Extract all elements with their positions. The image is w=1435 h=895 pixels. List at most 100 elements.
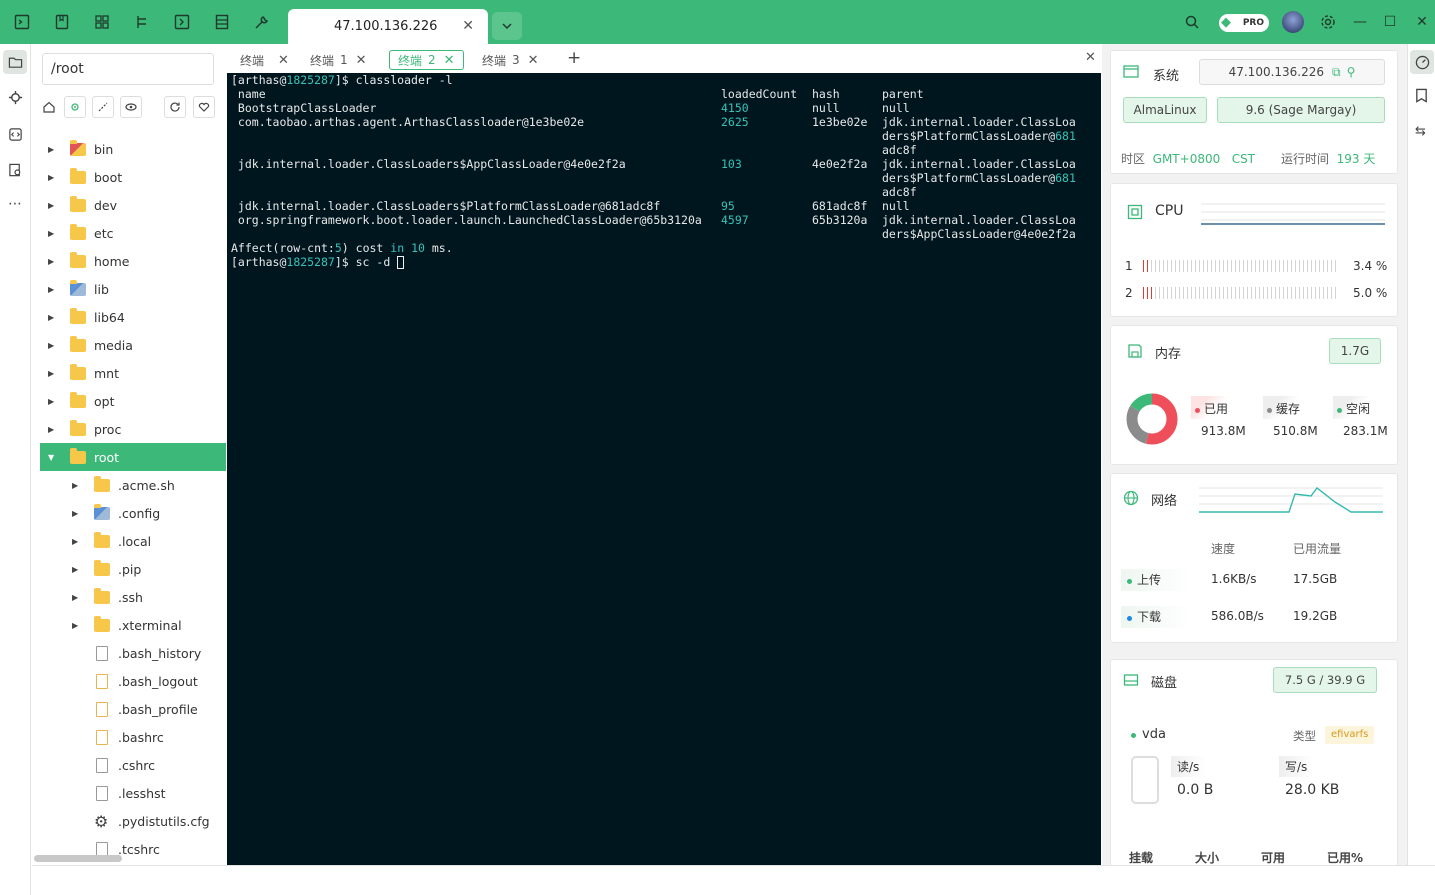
memory-legend-label: 空闲 bbox=[1346, 402, 1371, 416]
maximize-icon[interactable]: ☐ bbox=[1380, 12, 1400, 32]
settings-icon[interactable] bbox=[1318, 12, 1338, 32]
caret-right-icon[interactable]: ▶ bbox=[72, 565, 78, 574]
caret-right-icon[interactable]: ▶ bbox=[48, 425, 54, 434]
file-tree-item[interactable]: ▶ media bbox=[32, 331, 226, 359]
file-tree-item[interactable]: ▶ proc bbox=[32, 415, 226, 443]
caret-right-icon[interactable]: ▶ bbox=[48, 201, 54, 210]
caret-right-icon[interactable]: ▶ bbox=[48, 341, 54, 350]
list-icon[interactable] bbox=[212, 12, 232, 32]
bookmark-icon[interactable] bbox=[52, 12, 72, 32]
close-icon[interactable]: ✕ bbox=[278, 53, 289, 68]
file-tree-item[interactable]: .bash_history bbox=[32, 639, 226, 667]
copy-icon[interactable]: ⧉ bbox=[1332, 65, 1341, 80]
caret-down-icon[interactable]: ▼ bbox=[48, 453, 54, 462]
disk-column-header[interactable]: 大小 bbox=[1195, 849, 1219, 865]
heart-icon[interactable] bbox=[193, 96, 215, 118]
wrench-icon[interactable] bbox=[252, 12, 272, 32]
close-icon[interactable]: ✕ bbox=[356, 53, 367, 68]
console-icon[interactable] bbox=[172, 12, 192, 32]
file-tree-item[interactable]: ▼ root bbox=[40, 443, 226, 471]
file-tree-item[interactable]: ⚙ .pydistutils.cfg bbox=[32, 807, 226, 835]
file-tree-item[interactable]: ▶ lib64 bbox=[32, 303, 226, 331]
file-panel-scrollbar[interactable] bbox=[34, 855, 122, 862]
ip-box[interactable]: 47.100.136.226 ⧉ ⚲ bbox=[1199, 59, 1385, 85]
terminal-icon[interactable] bbox=[12, 12, 32, 32]
add-tab-icon[interactable]: + bbox=[567, 48, 581, 68]
chevron-down-icon[interactable] bbox=[492, 12, 522, 40]
close-icon[interactable]: ✕ bbox=[462, 18, 474, 34]
avatar[interactable] bbox=[1282, 11, 1304, 33]
file-tree-item[interactable]: ▶ lib bbox=[32, 275, 226, 303]
target-icon[interactable] bbox=[5, 87, 25, 107]
gauge-icon[interactable] bbox=[1410, 50, 1434, 74]
file-tree-item[interactable]: ▶ .ssh bbox=[32, 583, 226, 611]
caret-right-icon[interactable]: ▶ bbox=[48, 313, 54, 322]
file-tree-item[interactable]: ▶ dev bbox=[32, 191, 226, 219]
file-tree-item[interactable]: .cshrc bbox=[32, 751, 226, 779]
folder-icon[interactable] bbox=[3, 50, 27, 74]
caret-right-icon[interactable]: ▶ bbox=[72, 509, 78, 518]
caret-right-icon[interactable]: ▶ bbox=[48, 145, 54, 154]
code-icon[interactable] bbox=[5, 124, 25, 144]
caret-right-icon[interactable]: ▶ bbox=[48, 369, 54, 378]
terminal-output[interactable]: [arthas@1825287]$ classloader -l name Bo… bbox=[227, 73, 1101, 865]
minimize-icon[interactable]: — bbox=[1350, 12, 1370, 32]
caret-right-icon[interactable]: ▶ bbox=[48, 285, 54, 294]
disk-column-header[interactable]: 可用 bbox=[1261, 849, 1285, 865]
file-tree-item[interactable]: .bash_logout bbox=[32, 667, 226, 695]
disk-column-header[interactable]: 已用% bbox=[1327, 849, 1363, 865]
file-tree-item[interactable]: ▶ mnt bbox=[32, 359, 226, 387]
close-icon[interactable]: ✕ bbox=[528, 53, 539, 68]
file-tree-item[interactable]: ▶ home bbox=[32, 247, 226, 275]
file-tree-item[interactable]: ▶ .local bbox=[32, 527, 226, 555]
folder-icon bbox=[70, 251, 86, 268]
disk-column-header[interactable]: 挂载 bbox=[1129, 849, 1153, 865]
path-input[interactable]: /root bbox=[42, 53, 214, 85]
window-close-icon[interactable]: ✕ bbox=[1412, 12, 1432, 32]
memory-icon bbox=[1127, 343, 1143, 359]
document-search-icon[interactable] bbox=[5, 160, 25, 180]
eye-icon[interactable] bbox=[120, 96, 142, 118]
caret-right-icon[interactable]: ▶ bbox=[48, 173, 54, 182]
link-icon[interactable] bbox=[92, 96, 114, 118]
tab-terminal[interactable]: 终端 3 ✕ bbox=[482, 50, 539, 70]
tab-terminal[interactable]: 终端 1 ✕ bbox=[310, 50, 367, 70]
file-tree-item[interactable]: .lesshst bbox=[32, 779, 226, 807]
file-tree-item[interactable]: ▶ etc bbox=[32, 219, 226, 247]
caret-right-icon[interactable]: ▶ bbox=[48, 257, 54, 266]
file-tree-item[interactable]: ▶ boot bbox=[32, 163, 226, 191]
dashboard-icon[interactable] bbox=[92, 12, 112, 32]
more-icon[interactable]: ⋯ bbox=[5, 194, 25, 214]
caret-right-icon[interactable]: ▶ bbox=[48, 397, 54, 406]
caret-right-icon[interactable]: ▶ bbox=[72, 621, 78, 630]
tree-icon[interactable] bbox=[132, 12, 152, 32]
tab-session-active[interactable]: 47.100.136.226 ✕ bbox=[288, 9, 488, 44]
pro-badge[interactable]: ◆ PRO bbox=[1219, 14, 1269, 32]
file-tree-item[interactable]: ▶ bin bbox=[32, 135, 226, 163]
swap-icon[interactable]: ⇆ bbox=[1415, 124, 1426, 139]
file-tree-item[interactable]: ▶ opt bbox=[32, 387, 226, 415]
tab-terminal[interactable]: 终端 2 ✕ bbox=[389, 50, 464, 70]
locate-icon[interactable] bbox=[64, 96, 86, 118]
file-tree-item[interactable]: .bashrc bbox=[32, 723, 226, 751]
close-icon[interactable]: ✕ bbox=[444, 53, 455, 68]
bookmark-outline-icon[interactable] bbox=[1414, 88, 1429, 106]
close-panel-icon[interactable]: ✕ bbox=[1085, 50, 1096, 65]
caret-right-icon[interactable]: ▶ bbox=[72, 593, 78, 602]
search-icon[interactable] bbox=[1182, 12, 1202, 32]
file-tree-item[interactable]: .bash_profile bbox=[32, 695, 226, 723]
file-tree-item[interactable]: ▶ .config bbox=[32, 499, 226, 527]
refresh-icon[interactable] bbox=[164, 96, 186, 118]
key-icon[interactable]: ⚲ bbox=[1347, 65, 1356, 79]
tab-terminal[interactable]: 终端 ✕ bbox=[240, 50, 289, 70]
caret-right-icon[interactable]: ▶ bbox=[72, 537, 78, 546]
caret-right-icon[interactable]: ▶ bbox=[48, 229, 54, 238]
caret-right-icon[interactable]: ▶ bbox=[72, 481, 78, 490]
terminal-text: 5 bbox=[334, 241, 342, 255]
file-tree-item[interactable]: ▶ .xterminal bbox=[32, 611, 226, 639]
file-tree-item[interactable]: ▶ .pip bbox=[32, 555, 226, 583]
file-icon bbox=[96, 701, 108, 717]
home-icon[interactable] bbox=[38, 96, 60, 118]
file-tree-item[interactable]: ▶ .acme.sh bbox=[32, 471, 226, 499]
folder-icon bbox=[94, 475, 110, 492]
